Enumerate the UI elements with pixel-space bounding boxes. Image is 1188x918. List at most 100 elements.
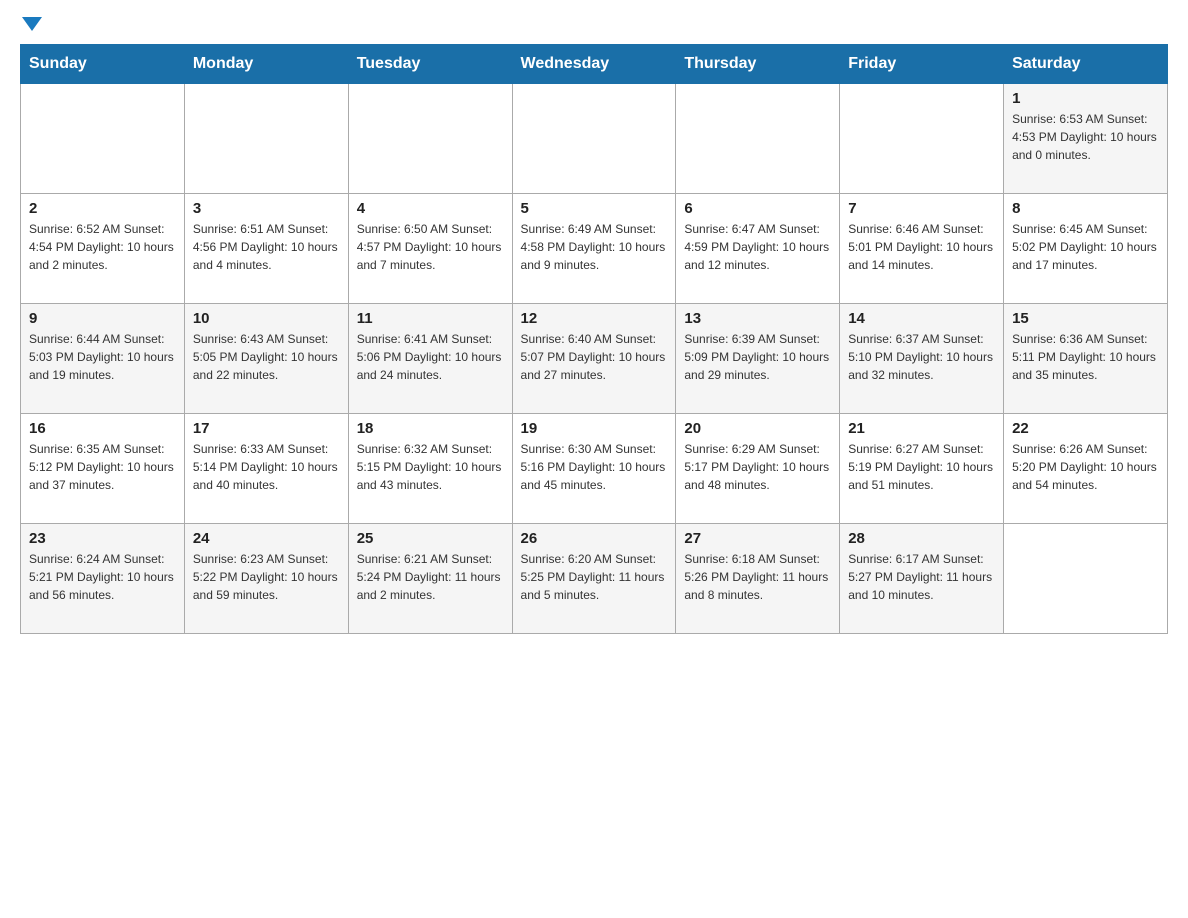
day-number: 12 xyxy=(521,310,668,327)
calendar-cell: 23 Sunrise: 6:24 AM Sunset: 5:21 PM Dayli… xyxy=(21,524,185,634)
calendar-week-row: 16 Sunrise: 6:35 AM Sunset: 5:12 PM Dayli… xyxy=(21,414,1168,524)
day-number: 15 xyxy=(1012,310,1159,327)
calendar-cell: 12 Sunrise: 6:40 AM Sunset: 5:07 PM Dayli… xyxy=(512,304,676,414)
calendar-cell: 27 Sunrise: 6:18 AM Sunset: 5:26 PM Dayli… xyxy=(676,524,840,634)
day-info: Sunrise: 6:40 AM Sunset: 5:07 PM Dayligh… xyxy=(521,330,668,384)
day-info: Sunrise: 6:44 AM Sunset: 5:03 PM Dayligh… xyxy=(29,330,176,384)
day-number: 7 xyxy=(848,200,995,217)
calendar-table: SundayMondayTuesdayWednesdayThursdayFrid… xyxy=(20,44,1168,634)
day-info: Sunrise: 6:18 AM Sunset: 5:26 PM Dayligh… xyxy=(684,550,831,604)
calendar-cell: 18Sunrise: 6:32 AM Sunset: 5:15 PM Dayli… xyxy=(348,414,512,524)
day-number: 25 xyxy=(357,530,504,547)
day-info: Sunrise: 6:27 AM Sunset: 5:19 PM Dayligh… xyxy=(848,440,995,494)
calendar-cell: 20 Sunrise: 6:29 AM Sunset: 5:17 PM Dayli… xyxy=(676,414,840,524)
calendar-cell: 1 Sunrise: 6:53 AM Sunset: 4:53 PM Daylig… xyxy=(1004,84,1168,194)
day-info: Sunrise: 6:41 AM Sunset: 5:06 PM Dayligh… xyxy=(357,330,504,384)
calendar-week-row: 1 Sunrise: 6:53 AM Sunset: 4:53 PM Daylig… xyxy=(21,84,1168,194)
calendar-header-row: SundayMondayTuesdayWednesdayThursdayFrid… xyxy=(21,45,1168,84)
day-number: 19 xyxy=(521,420,668,437)
day-info: Sunrise: 6:37 AM Sunset: 5:10 PM Dayligh… xyxy=(848,330,995,384)
day-info: Sunrise: 6:23 AM Sunset: 5:22 PM Dayligh… xyxy=(193,550,340,604)
day-info: Sunrise: 6:50 AM Sunset: 4:57 PM Dayligh… xyxy=(357,220,504,274)
calendar-cell: 14 Sunrise: 6:37 AM Sunset: 5:10 PM Dayli… xyxy=(840,304,1004,414)
calendar-cell: 5 Sunrise: 6:49 AM Sunset: 4:58 PM Daylig… xyxy=(512,194,676,304)
day-info: Sunrise: 6:53 AM Sunset: 4:53 PM Dayligh… xyxy=(1012,110,1159,164)
calendar-header-wednesday: Wednesday xyxy=(512,45,676,84)
day-number: 23 xyxy=(29,530,176,547)
calendar-cell: 7 Sunrise: 6:46 AM Sunset: 5:01 PM Daylig… xyxy=(840,194,1004,304)
day-info: Sunrise: 6:47 AM Sunset: 4:59 PM Dayligh… xyxy=(684,220,831,274)
day-number: 3 xyxy=(193,200,340,217)
calendar-cell: 3 Sunrise: 6:51 AM Sunset: 4:56 PM Daylig… xyxy=(184,194,348,304)
day-number: 28 xyxy=(848,530,995,547)
day-number: 17 xyxy=(193,420,340,437)
page-header xyxy=(20,20,1168,34)
calendar-cell: 6 Sunrise: 6:47 AM Sunset: 4:59 PM Daylig… xyxy=(676,194,840,304)
calendar-cell: 8 Sunrise: 6:45 AM Sunset: 5:02 PM Daylig… xyxy=(1004,194,1168,304)
day-info: Sunrise: 6:29 AM Sunset: 5:17 PM Dayligh… xyxy=(684,440,831,494)
calendar-week-row: 23 Sunrise: 6:24 AM Sunset: 5:21 PM Dayli… xyxy=(21,524,1168,634)
day-info: Sunrise: 6:33 AM Sunset: 5:14 PM Dayligh… xyxy=(193,440,340,494)
day-info: Sunrise: 6:32 AM Sunset: 5:15 PM Dayligh… xyxy=(357,440,504,494)
day-info: Sunrise: 6:30 AM Sunset: 5:16 PM Dayligh… xyxy=(521,440,668,494)
calendar-cell: 10 Sunrise: 6:43 AM Sunset: 5:05 PM Dayli… xyxy=(184,304,348,414)
logo-arrow-icon xyxy=(22,17,42,31)
day-number: 6 xyxy=(684,200,831,217)
day-info: Sunrise: 6:20 AM Sunset: 5:25 PM Dayligh… xyxy=(521,550,668,604)
calendar-week-row: 9Sunrise: 6:44 AM Sunset: 5:03 PM Daylig… xyxy=(21,304,1168,414)
day-number: 27 xyxy=(684,530,831,547)
calendar-cell: 13 Sunrise: 6:39 AM Sunset: 5:09 PM Dayli… xyxy=(676,304,840,414)
day-info: Sunrise: 6:45 AM Sunset: 5:02 PM Dayligh… xyxy=(1012,220,1159,274)
day-info: Sunrise: 6:36 AM Sunset: 5:11 PM Dayligh… xyxy=(1012,330,1159,384)
day-number: 26 xyxy=(521,530,668,547)
calendar-week-row: 2Sunrise: 6:52 AM Sunset: 4:54 PM Daylig… xyxy=(21,194,1168,304)
calendar-cell xyxy=(1004,524,1168,634)
calendar-header-monday: Monday xyxy=(184,45,348,84)
day-number: 13 xyxy=(684,310,831,327)
day-info: Sunrise: 6:24 AM Sunset: 5:21 PM Dayligh… xyxy=(29,550,176,604)
calendar-cell: 16 Sunrise: 6:35 AM Sunset: 5:12 PM Dayli… xyxy=(21,414,185,524)
calendar-cell: 26 Sunrise: 6:20 AM Sunset: 5:25 PM Dayli… xyxy=(512,524,676,634)
calendar-cell: 17 Sunrise: 6:33 AM Sunset: 5:14 PM Dayli… xyxy=(184,414,348,524)
day-info: Sunrise: 6:21 AM Sunset: 5:24 PM Dayligh… xyxy=(357,550,504,604)
day-number: 8 xyxy=(1012,200,1159,217)
calendar-cell xyxy=(512,84,676,194)
calendar-cell xyxy=(184,84,348,194)
day-number: 1 xyxy=(1012,90,1159,107)
calendar-header-sunday: Sunday xyxy=(21,45,185,84)
day-info: Sunrise: 6:51 AM Sunset: 4:56 PM Dayligh… xyxy=(193,220,340,274)
calendar-header-thursday: Thursday xyxy=(676,45,840,84)
day-number: 10 xyxy=(193,310,340,327)
calendar-cell xyxy=(348,84,512,194)
calendar-cell: 19 Sunrise: 6:30 AM Sunset: 5:16 PM Dayli… xyxy=(512,414,676,524)
calendar-cell xyxy=(21,84,185,194)
day-number: 5 xyxy=(521,200,668,217)
calendar-header-friday: Friday xyxy=(840,45,1004,84)
day-info: Sunrise: 6:35 AM Sunset: 5:12 PM Dayligh… xyxy=(29,440,176,494)
calendar-cell: 11 Sunrise: 6:41 AM Sunset: 5:06 PM Dayli… xyxy=(348,304,512,414)
calendar-cell: 25 Sunrise: 6:21 AM Sunset: 5:24 PM Dayli… xyxy=(348,524,512,634)
calendar-cell: 28 Sunrise: 6:17 AM Sunset: 5:27 PM Dayli… xyxy=(840,524,1004,634)
day-number: 21 xyxy=(848,420,995,437)
day-info: Sunrise: 6:49 AM Sunset: 4:58 PM Dayligh… xyxy=(521,220,668,274)
day-number: 22 xyxy=(1012,420,1159,437)
day-info: Sunrise: 6:39 AM Sunset: 5:09 PM Dayligh… xyxy=(684,330,831,384)
calendar-header-saturday: Saturday xyxy=(1004,45,1168,84)
day-info: Sunrise: 6:43 AM Sunset: 5:05 PM Dayligh… xyxy=(193,330,340,384)
calendar-header-tuesday: Tuesday xyxy=(348,45,512,84)
calendar-cell: 9Sunrise: 6:44 AM Sunset: 5:03 PM Daylig… xyxy=(21,304,185,414)
day-number: 4 xyxy=(357,200,504,217)
logo xyxy=(20,20,42,34)
day-info: Sunrise: 6:46 AM Sunset: 5:01 PM Dayligh… xyxy=(848,220,995,274)
day-number: 20 xyxy=(684,420,831,437)
calendar-cell: 2Sunrise: 6:52 AM Sunset: 4:54 PM Daylig… xyxy=(21,194,185,304)
day-number: 14 xyxy=(848,310,995,327)
day-number: 16 xyxy=(29,420,176,437)
day-info: Sunrise: 6:17 AM Sunset: 5:27 PM Dayligh… xyxy=(848,550,995,604)
calendar-cell: 15 Sunrise: 6:36 AM Sunset: 5:11 PM Dayli… xyxy=(1004,304,1168,414)
calendar-cell: 21 Sunrise: 6:27 AM Sunset: 5:19 PM Dayli… xyxy=(840,414,1004,524)
day-number: 2 xyxy=(29,200,176,217)
calendar-cell xyxy=(676,84,840,194)
day-number: 11 xyxy=(357,310,504,327)
day-number: 24 xyxy=(193,530,340,547)
